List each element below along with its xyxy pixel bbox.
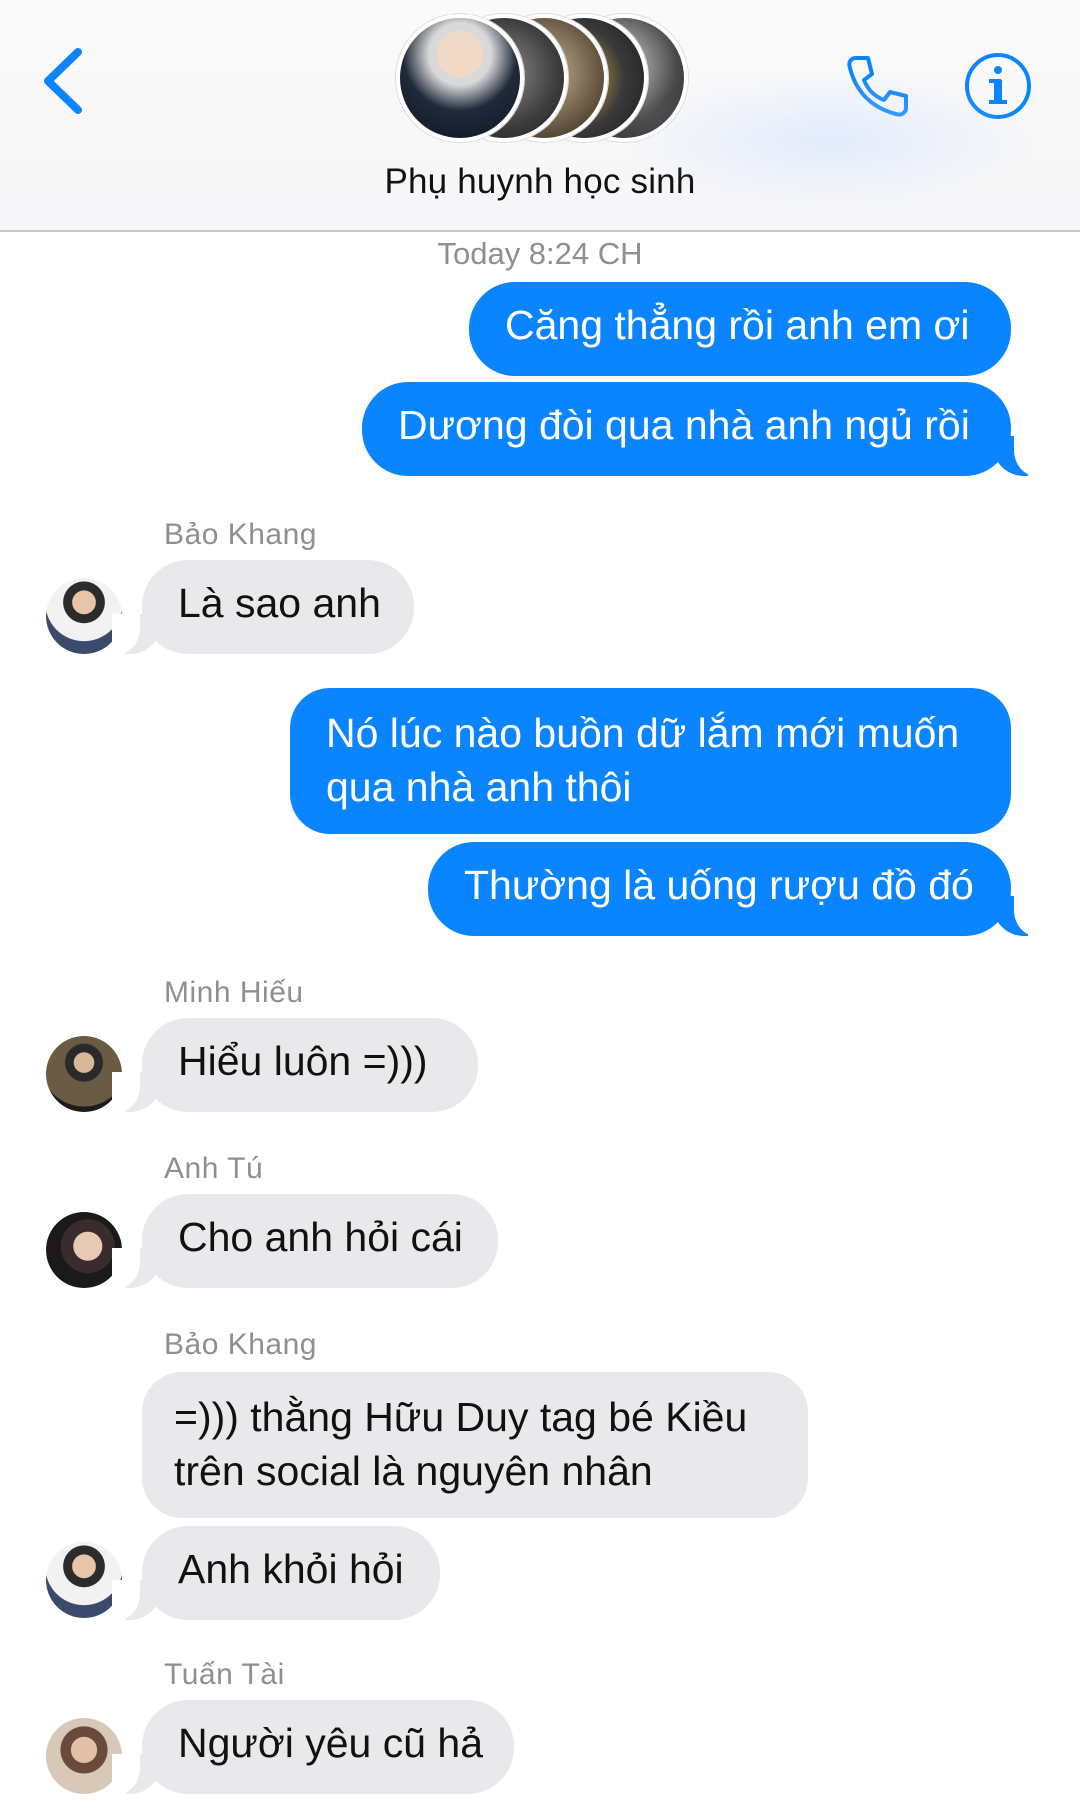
sender-name: Bảo Khang (164, 518, 317, 551)
message-text: Thường là uống rượu đồ đó (464, 862, 974, 908)
incoming-message[interactable]: Hiểu luôn =))) (142, 1018, 478, 1112)
message-text-line: trên social là nguyên nhân (174, 1448, 653, 1494)
incoming-message[interactable]: Người yêu cũ hả (142, 1700, 514, 1794)
outgoing-message[interactable]: Nó lúc nào buồn dữ lắm mới muốn qua nhà … (290, 688, 1011, 834)
avatar[interactable] (46, 1718, 122, 1794)
avatar[interactable] (46, 1212, 122, 1288)
outgoing-message[interactable]: Dương đòi qua nhà anh ngủ rồi (362, 382, 1011, 476)
incoming-message[interactable]: Anh khỏi hỏi (142, 1526, 440, 1620)
bubble-tail (112, 1072, 160, 1112)
bubble-tail (994, 896, 1042, 936)
outgoing-message[interactable]: Thường là uống rượu đồ đó (428, 842, 1011, 936)
message-text-line: qua nhà anh thôi (326, 764, 632, 810)
bubble-tail (112, 1754, 160, 1794)
group-name[interactable]: Phụ huynh học sinh (0, 162, 1080, 202)
bubble-tail (112, 1248, 160, 1288)
group-avatar-stack[interactable] (396, 14, 688, 142)
message-text: Hiểu luôn =))) (178, 1038, 428, 1084)
bubble-tail (112, 614, 160, 654)
back-button[interactable] (38, 46, 90, 116)
message-text: Dương đòi qua nhà anh ngủ rồi (398, 402, 970, 448)
outgoing-message[interactable]: Căng thẳng rồi anh em ơi (469, 282, 1011, 376)
message-text-line: =))) thằng Hữu Duy tag bé Kiều (174, 1394, 748, 1440)
message-text-line: Nó lúc nào buồn dữ lắm mới muốn (326, 710, 960, 756)
chat-header: Phụ huynh học sinh (0, 0, 1080, 232)
message-text: Là sao anh (178, 580, 381, 626)
bubble-tail (112, 1580, 160, 1620)
chat-screen: Phụ huynh học sinh Today 8:24 CH Căng th… (0, 0, 1080, 1810)
group-member-avatar (396, 14, 524, 142)
info-button[interactable] (962, 50, 1034, 122)
incoming-message[interactable]: =))) thằng Hữu Duy tag bé Kiều trên soci… (142, 1372, 808, 1518)
message-timestamp: Today 8:24 CH (437, 236, 643, 271)
bubble-tail (994, 436, 1042, 476)
avatar[interactable] (46, 578, 122, 654)
incoming-message[interactable]: Cho anh hỏi cái (142, 1194, 498, 1288)
message-text: Căng thẳng rồi anh em ơi (505, 302, 970, 348)
phone-icon (847, 56, 908, 117)
sender-name: Bảo Khang (164, 1328, 317, 1361)
chevron-left-icon (44, 48, 82, 114)
message-text: Cho anh hỏi cái (178, 1214, 463, 1260)
avatar[interactable] (46, 1542, 122, 1618)
sender-name: Tuấn Tài (164, 1658, 285, 1691)
message-text: Người yêu cũ hả (178, 1720, 484, 1766)
info-icon (965, 53, 1031, 119)
incoming-message[interactable]: Là sao anh (142, 560, 414, 654)
avatar[interactable] (46, 1036, 122, 1112)
sender-name: Anh Tú (164, 1152, 264, 1185)
sender-name: Minh Hiếu (164, 976, 304, 1009)
message-text: Anh khỏi hỏi (178, 1546, 404, 1592)
call-button[interactable] (842, 50, 914, 122)
